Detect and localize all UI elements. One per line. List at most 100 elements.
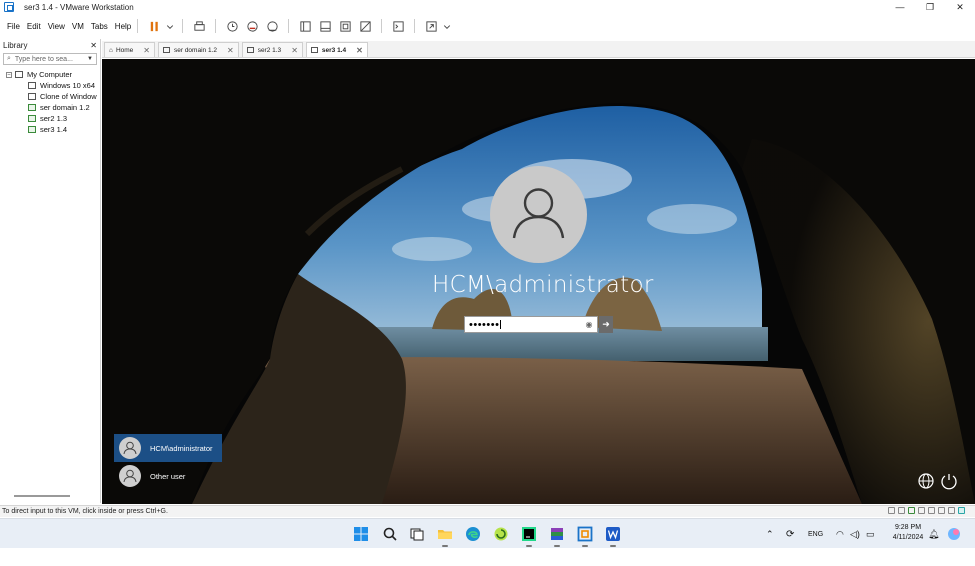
menu-tabs[interactable]: Tabs <box>91 22 108 31</box>
tab-home[interactable]: ⌂ Home ✕ <box>104 42 155 57</box>
close-button[interactable]: ✕ <box>945 0 975 14</box>
language-indicator[interactable]: ENG <box>808 519 823 549</box>
chevron-up-icon: ⌃ <box>766 528 774 539</box>
window-title: ser3 1.4 - VMware Workstation <box>24 2 134 12</box>
tray-volume-icon[interactable]: ◁) <box>850 519 860 549</box>
user-tile-administrator[interactable]: HCM\administrator <box>114 434 222 462</box>
user-avatar-small <box>119 465 141 487</box>
restore-button[interactable]: ❐ <box>915 0 945 14</box>
password-input[interactable]: ••••••• ◉ <box>464 316 598 333</box>
minimize-button[interactable]: — <box>885 0 915 14</box>
stretch-guest-button[interactable] <box>423 18 439 34</box>
user-tile-label: HCM\administrator <box>150 443 213 453</box>
revert-snapshot-button[interactable] <box>244 18 260 34</box>
taskbar-pycharm[interactable] <box>520 525 538 547</box>
sound-icon[interactable] <box>928 507 935 514</box>
tree-item-clone[interactable]: Clone of Window <box>0 91 100 102</box>
display-icon[interactable] <box>948 507 955 514</box>
arrow-right-icon: ➜ <box>602 319 610 329</box>
snapshot-button[interactable] <box>224 18 240 34</box>
tab-close-icon[interactable]: ✕ <box>356 46 363 55</box>
language-label: ENG <box>808 530 824 538</box>
hdd-icon[interactable] <box>888 507 895 514</box>
folder-icon <box>438 530 452 539</box>
vm-running-icon <box>28 104 36 111</box>
taskbar-vmware-workstation[interactable] <box>576 525 594 547</box>
library-horizontal-scrollbar[interactable] <box>14 495 70 497</box>
tab-ser2[interactable]: ser2 1.3 ✕ <box>241 42 303 57</box>
tab-label: ser domain 1.2 <box>173 46 217 54</box>
unity-icon <box>360 20 371 32</box>
library-search-placeholder: Type here to sea... <box>14 55 73 63</box>
unity-button[interactable] <box>357 18 373 34</box>
taskbar-file-explorer[interactable] <box>436 525 454 547</box>
submit-login-button[interactable]: ➜ <box>599 316 613 333</box>
library-close-button[interactable]: ✕ <box>90 41 97 50</box>
message-icon[interactable] <box>958 507 965 514</box>
tab-close-icon[interactable]: ✕ <box>143 46 150 55</box>
pause-dropdown[interactable] <box>166 18 174 34</box>
taskbar-search-button[interactable] <box>381 525 399 543</box>
usb-icon[interactable] <box>918 507 925 514</box>
tab-label: Home <box>115 46 134 54</box>
snapshot-manager-button[interactable] <box>264 18 280 34</box>
printer-icon[interactable] <box>938 507 945 514</box>
tab-close-icon[interactable]: ✕ <box>291 46 298 55</box>
menu-help[interactable]: Help <box>115 22 131 31</box>
archive-stack-icon <box>551 528 563 540</box>
cd-icon[interactable] <box>898 507 905 514</box>
vm-icon <box>246 47 254 53</box>
taskbar-pycharm-app[interactable] <box>492 525 510 543</box>
tree-item-windows10[interactable]: Windows 10 x64 <box>0 80 100 91</box>
full-screen-button[interactable] <box>337 18 353 34</box>
vm-console[interactable]: HCM\administrator ••••••• ◉ ➜ HCM\admini… <box>102 59 975 504</box>
tab-ser3[interactable]: ser3 1.4 ✕ <box>305 42 368 57</box>
tree-item-ser2[interactable]: ser2 1.3 <box>0 113 100 124</box>
menu-vm[interactable]: VM <box>72 22 84 31</box>
taskbar-edge[interactable] <box>464 525 482 543</box>
toolbar-separator <box>182 19 184 33</box>
user-icon <box>123 469 137 483</box>
home-icon: ⌂ <box>109 46 113 54</box>
login-username: HCM\administrator <box>432 272 654 298</box>
network-adapter-icon[interactable] <box>908 507 915 514</box>
taskbar-word[interactable] <box>604 525 622 547</box>
tree-item-ser3[interactable]: ser3 1.4 <box>0 124 100 135</box>
library-panel: Library ✕ ⌕ Type here to sea... ▼ – My C… <box>0 39 101 503</box>
show-library-button[interactable] <box>297 18 313 34</box>
toolbar-separator <box>381 19 383 33</box>
send-ctrl-alt-del-button[interactable] <box>191 18 207 34</box>
show-hidden-icons-button[interactable]: ⌃ <box>766 519 774 549</box>
vm-running-icon <box>28 126 36 133</box>
spiral-app-icon <box>494 527 508 541</box>
taskbar-winrar[interactable] <box>548 525 566 547</box>
menu-view[interactable]: View <box>48 22 65 31</box>
tree-item-my-computer[interactable]: – My Computer <box>0 69 100 80</box>
tab-close-icon[interactable]: ✕ <box>227 46 234 55</box>
toolbar-separator <box>215 19 217 33</box>
menu-edit[interactable]: Edit <box>27 22 41 31</box>
reveal-password-icon[interactable]: ◉ <box>586 320 593 329</box>
task-view-button[interactable] <box>408 525 426 543</box>
network-globe-icon[interactable] <box>917 472 935 490</box>
copilot-button[interactable] <box>947 519 961 549</box>
tray-wifi-icon[interactable]: ◠ <box>836 519 844 549</box>
start-button[interactable] <box>352 525 370 543</box>
tree-item-ser-domain[interactable]: ser domain 1.2 <box>0 102 100 113</box>
notification-bell-button[interactable]: 🔔︎ <box>928 519 939 549</box>
collapse-icon[interactable]: – <box>6 71 12 78</box>
pause-vm-button[interactable] <box>146 18 162 34</box>
console-view-button[interactable] <box>390 18 406 34</box>
menu-file[interactable]: File <box>7 22 20 31</box>
user-tile-other-user[interactable]: Other user <box>114 462 222 490</box>
library-search-input[interactable]: ⌕ Type here to sea... ▼ <box>3 53 97 65</box>
screen-bottom-strip <box>0 548 975 566</box>
chevron-down-icon[interactable]: ▼ <box>87 56 93 62</box>
tab-ser-domain[interactable]: ser domain 1.2 ✕ <box>157 42 239 57</box>
accessibility-icon[interactable] <box>940 472 958 490</box>
stretch-dropdown[interactable] <box>443 18 451 34</box>
tray-battery-icon[interactable]: ▭ <box>866 519 875 549</box>
tray-sync-icon[interactable]: ⟳ <box>786 519 794 549</box>
user-icon <box>123 441 137 455</box>
show-thumbnail-bar-button[interactable] <box>317 18 333 34</box>
